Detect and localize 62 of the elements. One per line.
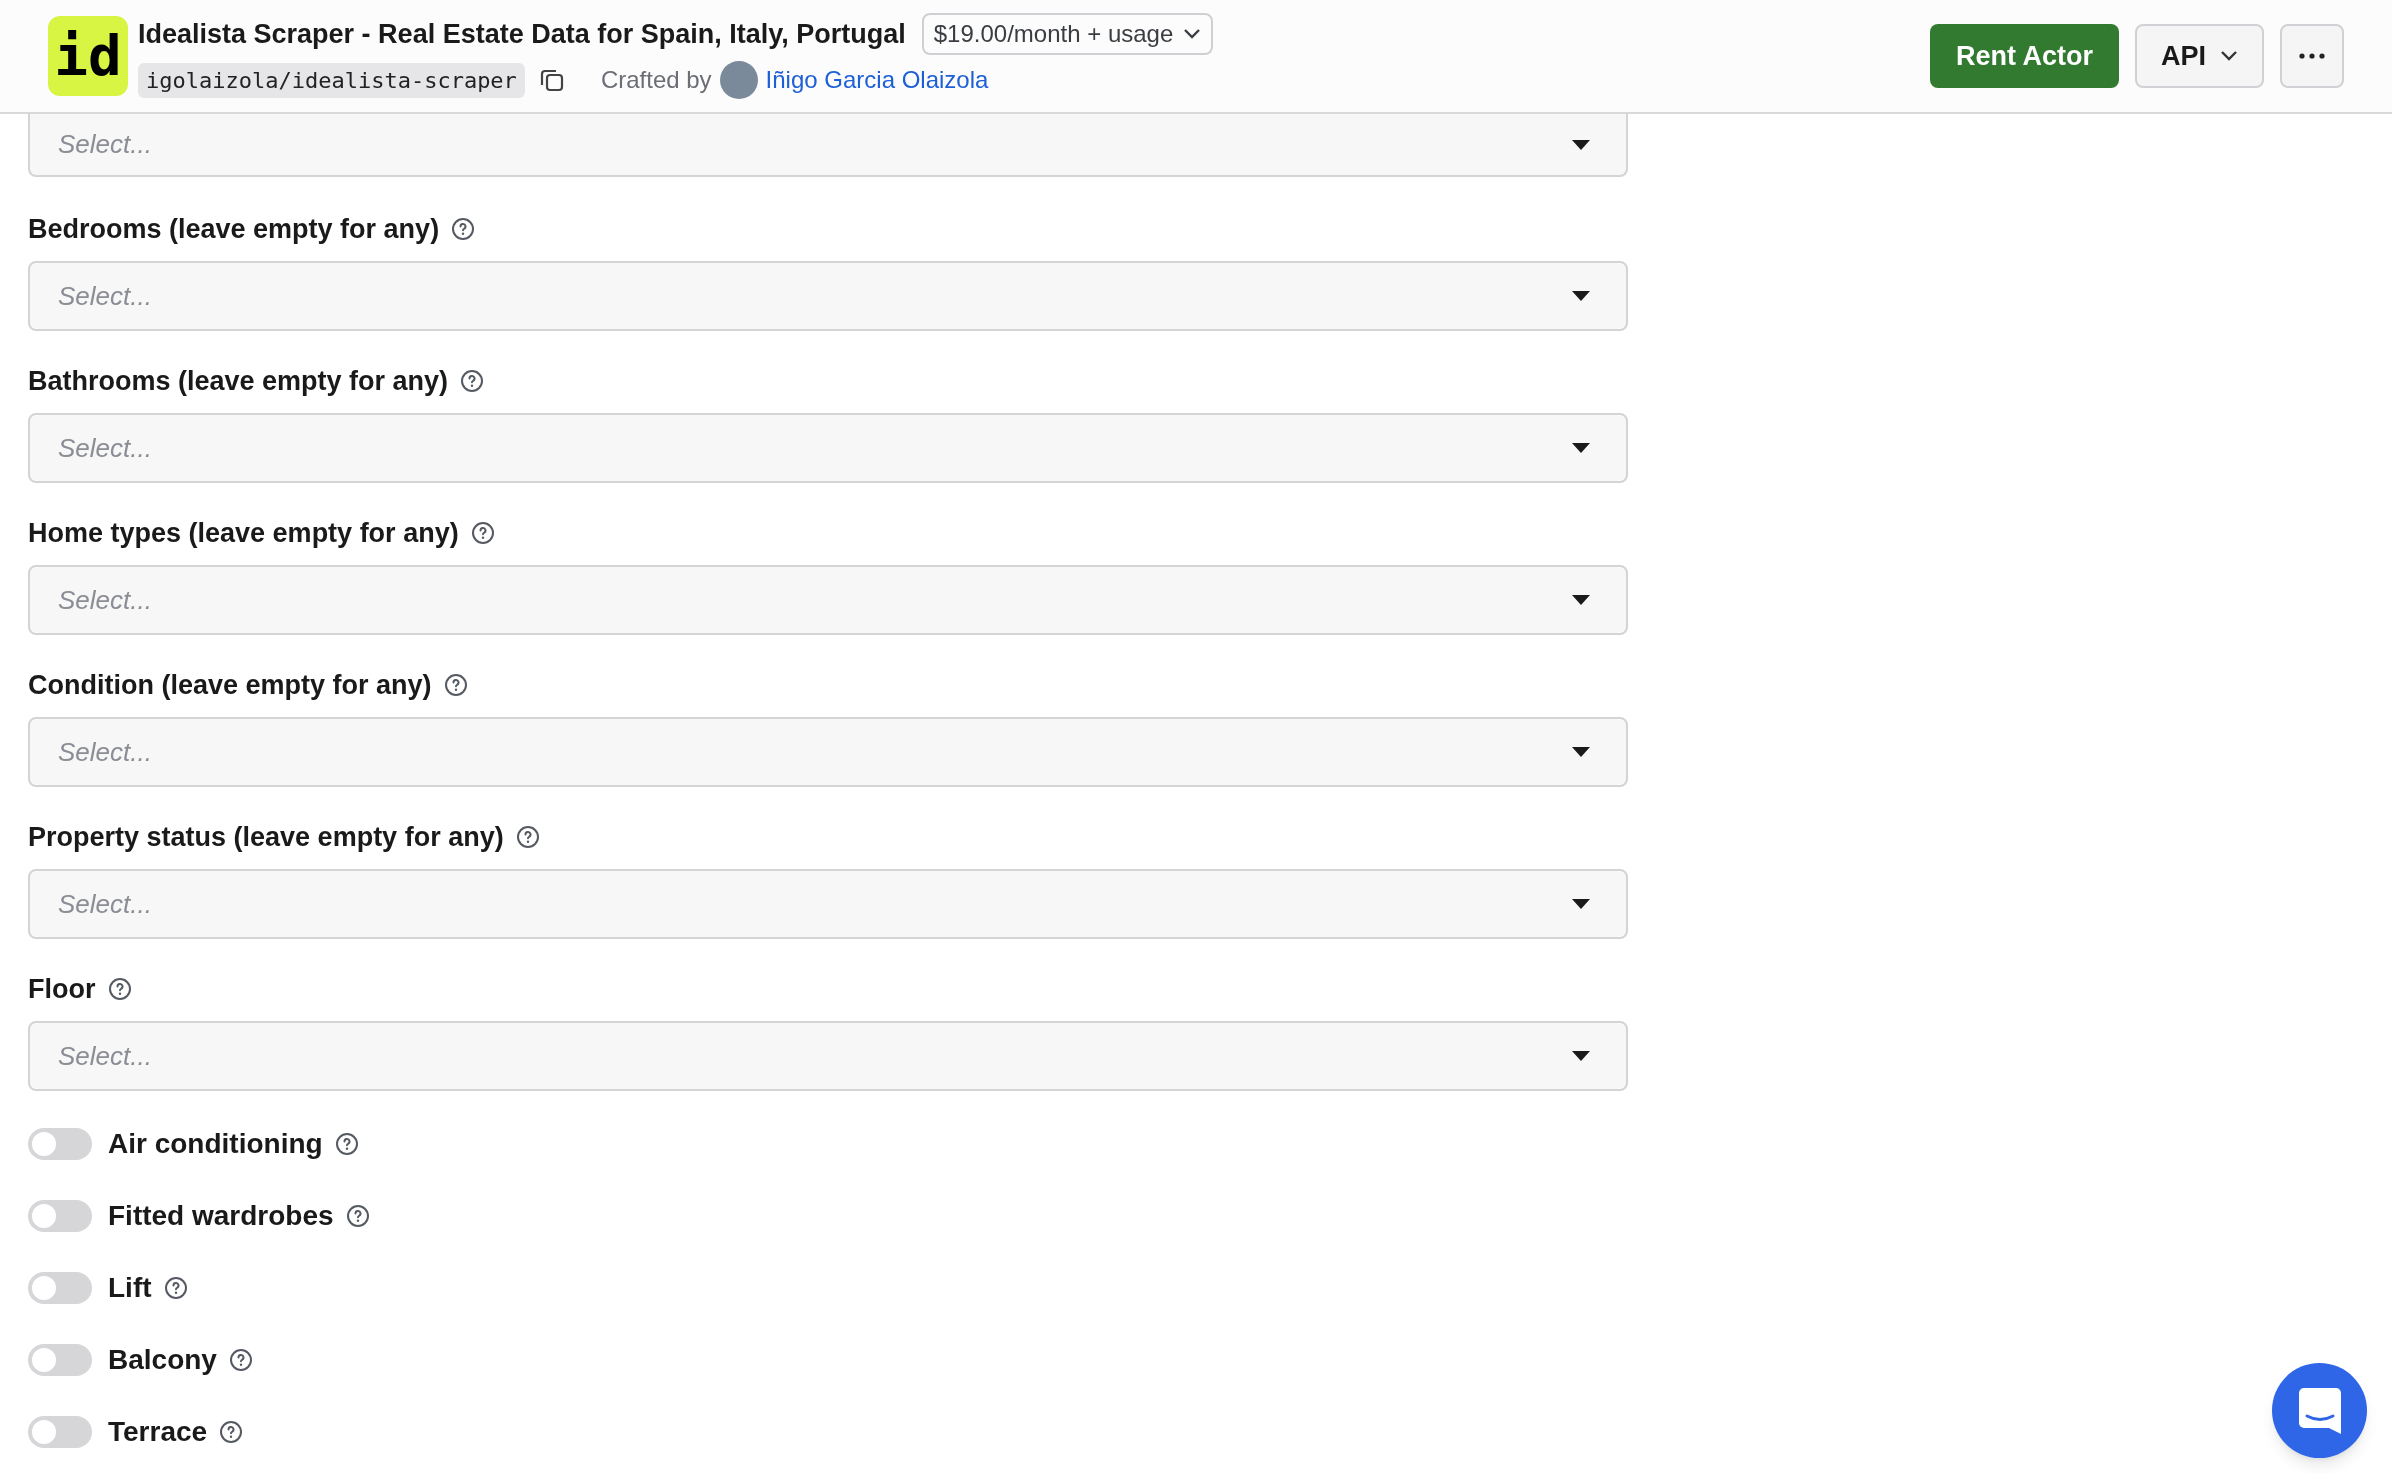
caret-icon (1572, 139, 1590, 150)
toggle-label: Terrace (108, 1415, 208, 1449)
copy-icon[interactable] (538, 67, 565, 93)
help-icon[interactable] (460, 369, 485, 393)
placeholder-text: Select... (58, 735, 152, 769)
placeholder-text: Select... (58, 431, 152, 465)
api-dropdown[interactable]: API (2135, 24, 2264, 88)
field-label: Bathrooms (leave empty for any) (28, 364, 449, 398)
caret-icon (1572, 899, 1590, 909)
placeholder-text: Select... (58, 279, 152, 313)
select-field[interactable]: Select... (28, 114, 1628, 177)
help-icon[interactable] (451, 217, 476, 241)
caret-icon (1572, 291, 1590, 301)
placeholder-text: Select... (58, 128, 152, 161)
toggle-switch[interactable] (28, 1344, 92, 1376)
select-field[interactable]: Select... (28, 261, 1628, 331)
field-label: Property status (leave empty for any) (28, 820, 504, 854)
toggle-switch[interactable] (28, 1272, 92, 1304)
chevron-down-icon (1183, 28, 1202, 40)
field-label: Condition (leave empty for any) (28, 668, 432, 702)
placeholder-text: Select... (58, 583, 152, 617)
more-icon (2299, 53, 2325, 59)
actor-slug: igolaizola/idealista-scraper (138, 62, 525, 98)
placeholder-text: Select... (58, 1039, 152, 1073)
app-logo: id (48, 16, 128, 96)
toggle-switch[interactable] (28, 1200, 92, 1232)
toggle-label: Fitted wardrobes (108, 1199, 334, 1233)
placeholder-text: Select... (58, 887, 152, 921)
field-label: Home types (leave empty for any) (28, 516, 459, 550)
pricing-dropdown[interactable]: $19.00/month + usage (921, 13, 1214, 55)
caret-icon (1572, 443, 1590, 453)
help-icon[interactable] (334, 1132, 359, 1156)
select-field[interactable]: Select... (28, 869, 1628, 939)
toggle-switch[interactable] (28, 1128, 92, 1160)
toggle-label: Balcony (108, 1343, 217, 1377)
toggle-label: Air conditioning (108, 1127, 323, 1161)
select-field[interactable]: Select... (28, 413, 1628, 483)
help-icon[interactable] (470, 521, 495, 545)
caret-icon (1572, 747, 1590, 757)
caret-icon (1572, 1051, 1590, 1061)
crafted-by-label: Crafted by (600, 65, 712, 95)
help-icon[interactable] (107, 977, 132, 1001)
help-icon[interactable] (219, 1420, 244, 1444)
help-icon[interactable] (443, 673, 468, 697)
toggle-switch[interactable] (28, 1416, 92, 1448)
select-field[interactable]: Select... (28, 1021, 1628, 1091)
select-field[interactable]: Select... (28, 565, 1628, 635)
chat-icon (2298, 1387, 2341, 1434)
caret-icon (1572, 595, 1590, 605)
field-label: Bedrooms (leave empty for any) (28, 212, 440, 246)
help-icon[interactable] (163, 1276, 188, 1300)
rent-actor-button[interactable]: Rent Actor (1929, 24, 2119, 88)
author-link[interactable]: Iñigo Garcia Olaizola (765, 62, 989, 98)
field-label: Floor (28, 972, 96, 1006)
help-icon[interactable] (228, 1348, 253, 1372)
help-icon[interactable] (345, 1204, 370, 1228)
select-field[interactable]: Select... (28, 717, 1628, 787)
actor-title: Idealista Scraper - Real Estate Data for Spain, Italy, Portugal (138, 17, 906, 51)
author-avatar (719, 61, 758, 99)
toggle-label: Lift (108, 1271, 152, 1305)
chevron-down-icon (2220, 50, 2238, 62)
help-icon[interactable] (515, 825, 540, 849)
